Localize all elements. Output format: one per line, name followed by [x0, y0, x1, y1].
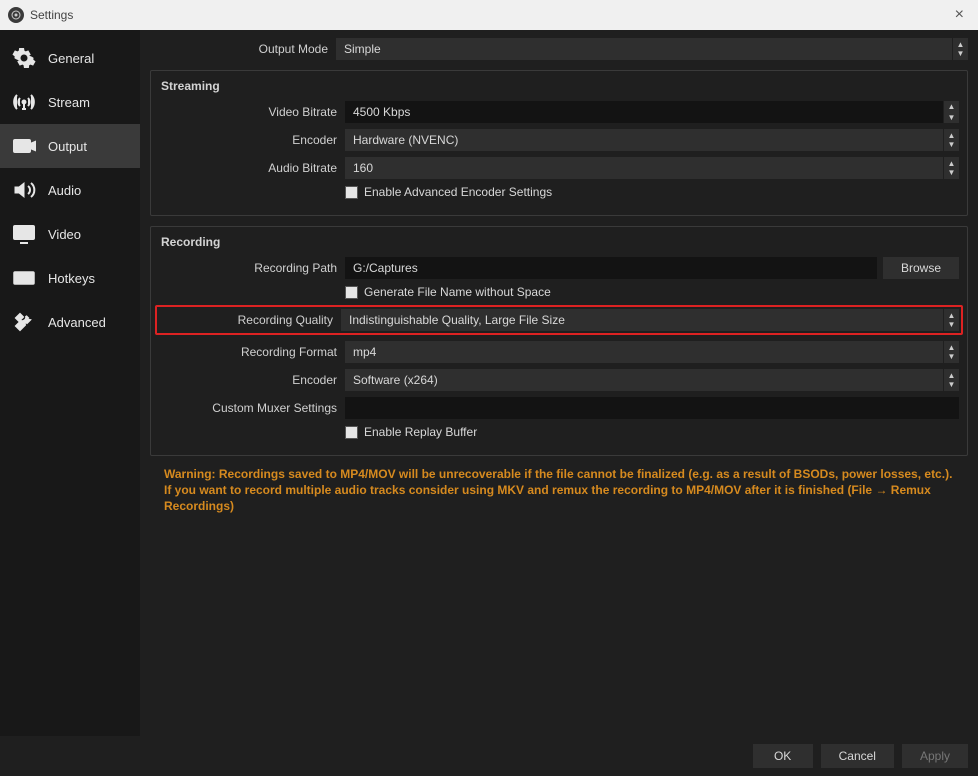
recording-quality-select[interactable]: Indistinguishable Quality, Large File Si… [341, 309, 959, 331]
chevron-updown-icon: ▲▼ [952, 38, 968, 60]
sidebar-item-hotkeys[interactable]: Hotkeys [0, 256, 140, 300]
main-panel: Output Mode Simple ▲▼ Streaming Video Bi… [140, 30, 978, 736]
streaming-section: Streaming Video Bitrate 4500 Kbps ▲▼ Enc… [150, 70, 968, 216]
sidebar: General Stream Output Audio Video [0, 30, 140, 736]
generate-filename-checkbox[interactable]: Generate File Name without Space [345, 285, 551, 299]
video-bitrate-label: Video Bitrate [159, 105, 345, 119]
stepper-icon[interactable]: ▲▼ [943, 101, 959, 123]
ok-button[interactable]: OK [753, 744, 813, 768]
gear-icon [10, 46, 38, 70]
section-title-recording: Recording [159, 235, 959, 257]
recording-format-label: Recording Format [159, 345, 345, 359]
sidebar-item-label: Advanced [48, 315, 106, 330]
checkbox-icon [345, 426, 358, 439]
sidebar-item-advanced[interactable]: Advanced [0, 300, 140, 344]
recording-quality-label: Recording Quality [159, 313, 341, 327]
output-mode-label: Output Mode [150, 42, 336, 56]
audio-bitrate-select[interactable]: 160 ▲▼ [345, 157, 959, 179]
checkbox-icon [345, 286, 358, 299]
tools-icon [10, 310, 38, 334]
browse-button[interactable]: Browse [883, 257, 959, 279]
sidebar-item-output[interactable]: Output [0, 124, 140, 168]
keyboard-icon [10, 266, 38, 290]
sidebar-item-general[interactable]: General [0, 36, 140, 80]
recording-path-label: Recording Path [159, 261, 345, 275]
recording-encoder-select[interactable]: Software (x264) ▲▼ [345, 369, 959, 391]
chevron-updown-icon: ▲▼ [943, 129, 959, 151]
mp4-warning-text: Warning: Recordings saved to MP4/MOV wil… [150, 456, 968, 515]
speaker-icon [10, 178, 38, 202]
apply-button[interactable]: Apply [902, 744, 968, 768]
sidebar-item-label: Output [48, 139, 87, 154]
recording-format-select[interactable]: mp4 ▲▼ [345, 341, 959, 363]
output-mode-select[interactable]: Simple ▲▼ [336, 38, 968, 60]
section-title-streaming: Streaming [159, 79, 959, 101]
dialog-footer: OK Cancel Apply [0, 736, 978, 776]
sidebar-item-stream[interactable]: Stream [0, 80, 140, 124]
sidebar-item-video[interactable]: Video [0, 212, 140, 256]
titlebar: Settings × [0, 0, 978, 30]
sidebar-item-label: General [48, 51, 94, 66]
enable-advanced-checkbox[interactable]: Enable Advanced Encoder Settings [345, 185, 552, 199]
chevron-updown-icon: ▲▼ [943, 369, 959, 391]
recording-section: Recording Recording Path G:/Captures Bro… [150, 226, 968, 456]
recording-quality-row-highlighted: Recording Quality Indistinguishable Qual… [155, 305, 963, 335]
chevron-updown-icon: ▲▼ [943, 309, 959, 331]
checkbox-icon [345, 186, 358, 199]
window-title: Settings [30, 8, 73, 22]
muxer-settings-input[interactable] [345, 397, 959, 419]
enable-replay-buffer-checkbox[interactable]: Enable Replay Buffer [345, 425, 477, 439]
chevron-updown-icon: ▲▼ [943, 157, 959, 179]
obs-app-icon [8, 7, 24, 23]
audio-bitrate-label: Audio Bitrate [159, 161, 345, 175]
recording-encoder-label: Encoder [159, 373, 345, 387]
sidebar-item-audio[interactable]: Audio [0, 168, 140, 212]
video-bitrate-input[interactable]: 4500 Kbps ▲▼ [345, 101, 959, 123]
sidebar-item-label: Audio [48, 183, 81, 198]
chevron-updown-icon: ▲▼ [943, 341, 959, 363]
muxer-settings-label: Custom Muxer Settings [159, 401, 345, 415]
window-close-icon[interactable]: × [949, 6, 970, 24]
cancel-button[interactable]: Cancel [821, 744, 894, 768]
streaming-encoder-label: Encoder [159, 133, 345, 147]
sidebar-item-label: Stream [48, 95, 90, 110]
monitor-icon [10, 222, 38, 246]
output-icon [10, 134, 38, 158]
recording-path-input[interactable]: G:/Captures [345, 257, 877, 279]
sidebar-item-label: Hotkeys [48, 271, 95, 286]
sidebar-item-label: Video [48, 227, 81, 242]
streaming-encoder-select[interactable]: Hardware (NVENC) ▲▼ [345, 129, 959, 151]
broadcast-icon [10, 90, 38, 114]
